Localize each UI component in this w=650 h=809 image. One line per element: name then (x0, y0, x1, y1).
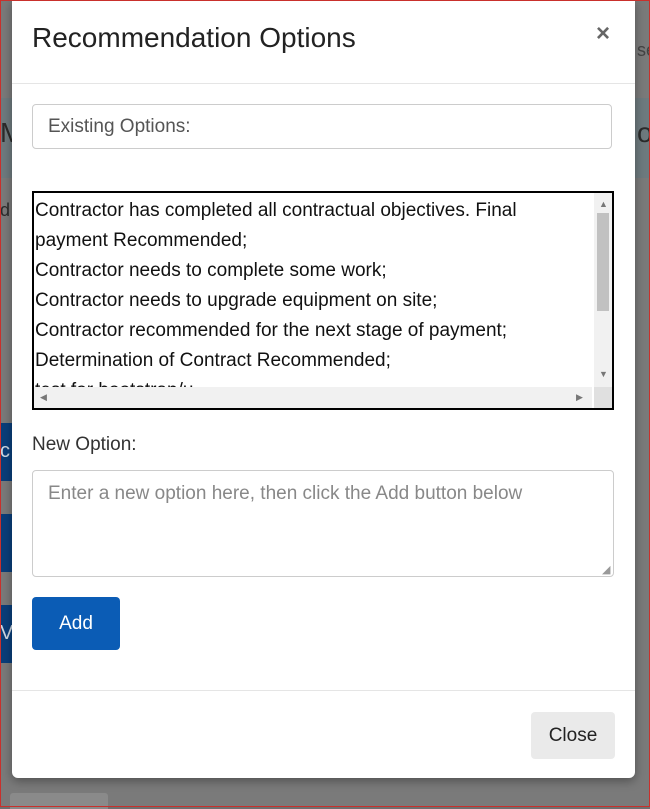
list-item[interactable]: Contractor has completed all contractual… (35, 196, 594, 256)
scroll-left-icon[interactable]: ◀ (40, 393, 47, 402)
background-button (0, 514, 12, 572)
list-item[interactable]: test for bootstrap/u (35, 376, 594, 387)
close-icon[interactable]: × (596, 22, 610, 46)
add-button[interactable]: Add (32, 597, 120, 650)
scroll-right-icon[interactable]: ▶ (576, 393, 583, 402)
existing-options-label: Existing Options: (32, 104, 612, 149)
options-list[interactable]: Contractor has completed all contractual… (34, 193, 594, 387)
scroll-down-icon[interactable]: ▼ (599, 370, 608, 379)
background-text-fragment: on (637, 117, 650, 148)
vertical-scrollbar[interactable]: ▲ ▼ (594, 193, 612, 387)
modal-footer: Close (12, 690, 635, 779)
list-item[interactable]: Contractor recommended for the next stag… (35, 316, 594, 346)
horizontal-scrollbar[interactable]: ◀ ▶ (34, 387, 592, 408)
close-button[interactable]: Close (531, 712, 615, 759)
modal-header: Recommendation Options × (12, 0, 635, 84)
new-option-label: New Option: (32, 434, 137, 455)
scrollbar-thumb[interactable] (597, 213, 609, 311)
background-text-fragment: se (637, 40, 650, 60)
modal-title: Recommendation Options (32, 22, 356, 53)
background-text-fragment: c (0, 440, 10, 462)
existing-options-listbox[interactable]: Contractor has completed all contractual… (32, 191, 614, 410)
new-option-input[interactable] (32, 470, 614, 577)
recommendation-options-modal: Recommendation Options × Existing Option… (12, 0, 635, 778)
background-text-fragment: d (0, 200, 11, 220)
list-item[interactable]: Contractor needs to complete some work; (35, 256, 594, 286)
scroll-up-icon[interactable]: ▲ (599, 200, 608, 209)
scrollbar-corner (594, 387, 612, 408)
resize-grip-icon[interactable]: ◢ (602, 563, 610, 576)
list-item[interactable]: Determination of Contract Recommended; (35, 346, 594, 376)
list-item[interactable]: Contractor needs to upgrade equipment on… (35, 286, 594, 316)
